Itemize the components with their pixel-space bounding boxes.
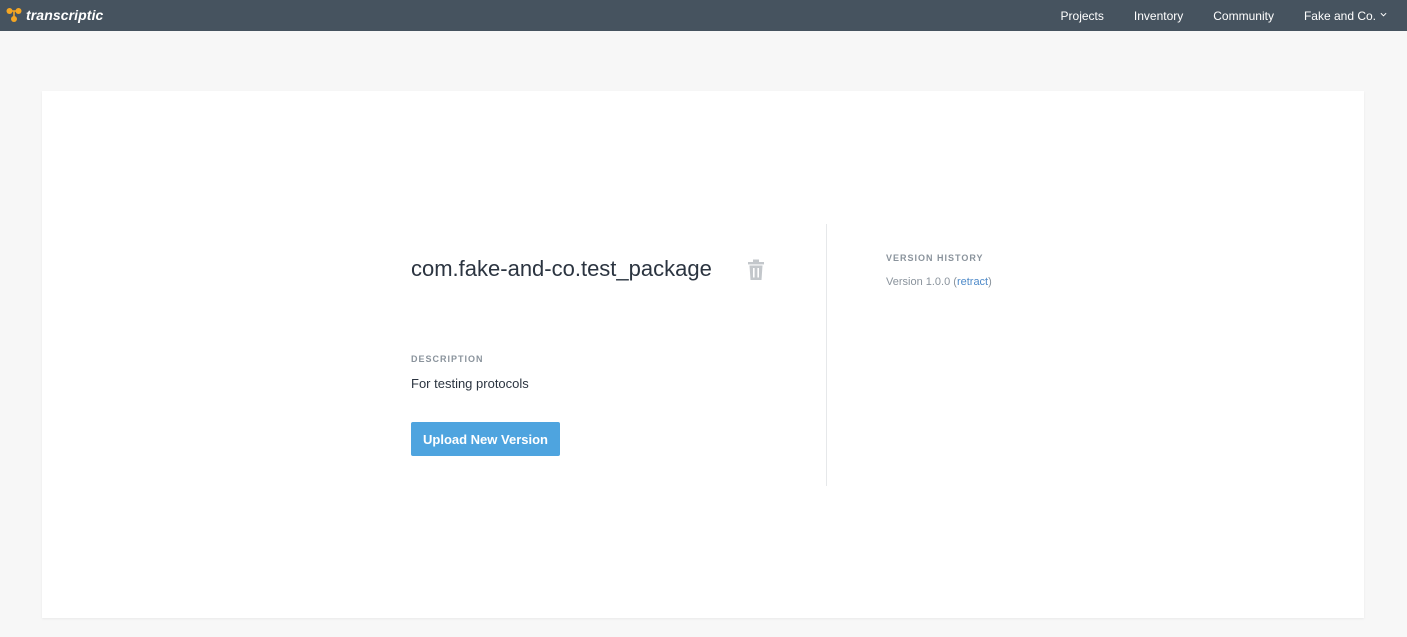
nav-inventory[interactable]: Inventory [1134,9,1183,23]
main-nav: Projects Inventory Community Fake and Co… [1061,0,1407,31]
account-name: Fake and Co. [1303,8,1376,23]
package-name: com.fake-and-co.test_package [411,256,712,281]
brand[interactable]: transcriptic [6,5,103,25]
chevron-down-icon [1380,12,1387,17]
version-suffix: ) [988,276,992,288]
description-label: DESCRIPTION [411,354,484,364]
nav-community[interactable]: Community [1213,9,1274,23]
top-navigation-bar: transcriptic Projects Inventory Communit… [0,0,1407,31]
trash-icon[interactable] [746,259,766,281]
version-history-label: VERSION HISTORY [886,253,984,263]
brand-name: transcriptic [26,7,104,23]
version-history-entry: Version 1.0.0 (retract) [886,276,992,288]
transcriptic-logo-icon [6,8,22,22]
account-menu[interactable]: Fake and Co. [1304,9,1387,23]
description-text: For testing protocols [411,376,529,391]
retract-link[interactable]: retract [957,276,988,288]
version-text: Version 1.0.0 ( [886,276,957,288]
upload-new-version-button[interactable]: Upload New Version [411,422,560,456]
column-divider [826,224,827,486]
package-card: com.fake-and-co.test_package DESCRIPTION… [42,91,1364,618]
nav-projects[interactable]: Projects [1061,9,1104,23]
